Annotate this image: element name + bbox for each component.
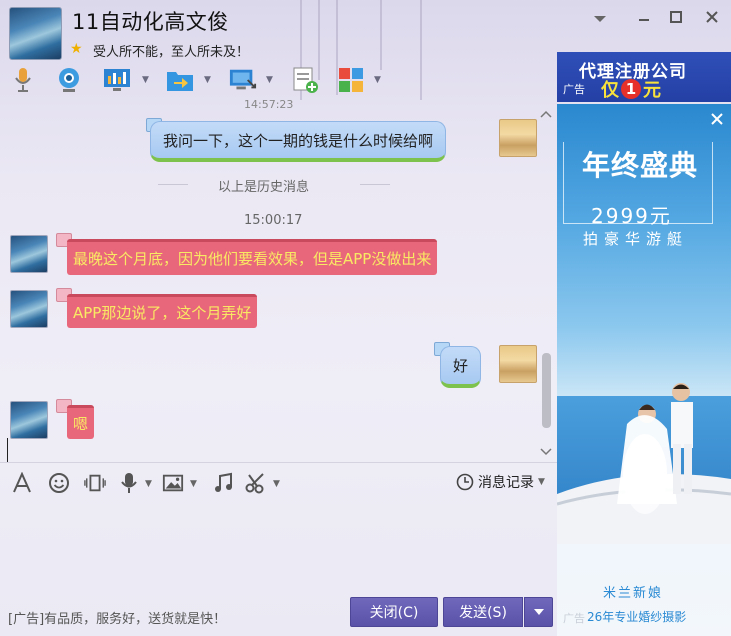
chevron-down-icon[interactable]: ▼	[142, 75, 149, 85]
divider	[158, 184, 188, 185]
contact-name: 11自动化高文俊	[72, 10, 229, 34]
ad-title: 年终盛典	[582, 149, 699, 182]
emoji-icon[interactable]	[48, 471, 70, 495]
contact-avatar-small[interactable]	[10, 290, 48, 328]
vibrate-icon[interactable]	[84, 471, 106, 495]
close-button[interactable]: 关闭(C)	[350, 597, 438, 627]
bottom-ad-link[interactable]: [广告]有品质，服务好，送货就是快！	[8, 608, 226, 627]
my-avatar[interactable]	[499, 119, 537, 157]
voice-message-icon[interactable]	[118, 471, 140, 495]
chevron-down-icon[interactable]: ▼	[538, 477, 545, 487]
side-ad-banner[interactable]: 年终盛典 2999元 拍豪华游艇 米兰新娘 广告 26年专业婚纱摄影	[557, 104, 731, 636]
message-text: 最晚这个月底，因为他们要看效果，但是APP没做出来	[73, 250, 432, 268]
couple-image	[557, 383, 731, 544]
chevron-down-icon[interactable]: ▼	[145, 479, 152, 489]
divider	[360, 184, 390, 185]
ad-price: 2999元	[591, 204, 672, 228]
dropdown-icon[interactable]	[590, 10, 610, 28]
clock-icon	[456, 473, 474, 491]
scrollbar-thumb[interactable]	[542, 353, 551, 428]
message-text: 好	[453, 357, 469, 375]
incoming-message-bubble[interactable]: 最晚这个月底，因为他们要看效果，但是APP没做出来	[67, 239, 438, 275]
music-icon[interactable]	[212, 471, 234, 495]
history-divider-text: 以上是历史消息	[218, 180, 310, 195]
chevron-down-icon[interactable]: ▼	[273, 479, 280, 489]
folder-transfer-icon[interactable]	[166, 66, 194, 94]
message-history-button[interactable]: 消息记录 ▼	[456, 472, 545, 492]
text-cursor	[7, 438, 8, 462]
message-timestamp: 15:00:17	[244, 213, 303, 228]
ad-close-icon[interactable]	[711, 110, 723, 129]
partial-timestamp: 14:57:23	[244, 98, 294, 111]
contact-avatar[interactable]	[9, 7, 62, 60]
webcam-icon[interactable]	[55, 66, 83, 94]
star-icon: ★	[70, 41, 83, 57]
ad-price-prefix: 仅	[601, 80, 619, 101]
ad-label: 广告	[563, 83, 585, 96]
close-icon[interactable]	[702, 10, 722, 28]
ad-footer: 26年专业婚纱摄影	[587, 610, 687, 624]
contact-signature: 受人所不能，至人所未及！	[93, 45, 250, 60]
ad-label: 广告	[563, 612, 585, 625]
chevron-down-icon[interactable]: ▼	[190, 479, 197, 489]
note-add-icon[interactable]	[291, 66, 319, 94]
ad-price-number: 1	[621, 79, 641, 99]
scissors-icon[interactable]	[245, 471, 267, 495]
remote-desktop-icon[interactable]	[229, 66, 257, 94]
contact-avatar-small[interactable]	[10, 235, 48, 273]
send-options-button[interactable]	[524, 597, 553, 627]
apps-grid-icon[interactable]	[337, 66, 365, 94]
incoming-message-bubble[interactable]: 嗯	[67, 405, 95, 439]
ad-tagline: 拍豪华游艇	[583, 230, 689, 248]
chevron-down-icon[interactable]: ▼	[266, 75, 273, 85]
outgoing-message-bubble[interactable]: 好	[440, 346, 482, 388]
history-message-bubble[interactable]: 我问一下，这个一期的钱是什么时候给啊	[150, 121, 447, 162]
message-text: 嗯	[73, 415, 89, 433]
minimize-icon[interactable]	[634, 10, 654, 28]
font-icon[interactable]	[11, 471, 33, 495]
top-ad-banner[interactable]: 代理注册公司 广告 仅 1 元	[557, 52, 731, 102]
image-icon[interactable]	[162, 471, 184, 495]
separator	[0, 462, 557, 463]
my-avatar[interactable]	[499, 345, 537, 383]
chevron-down-icon	[533, 609, 544, 615]
send-button[interactable]: 发送(S)	[443, 597, 523, 627]
maximize-icon[interactable]	[666, 10, 686, 28]
message-text: APP那边说了，这个月弄好	[73, 304, 252, 322]
chevron-down-icon[interactable]: ▼	[374, 75, 381, 85]
incoming-message-bubble[interactable]: APP那边说了，这个月弄好	[67, 294, 258, 328]
chevron-down-icon[interactable]: ▼	[204, 75, 211, 85]
microphone-icon[interactable]	[9, 66, 37, 94]
contact-avatar-small[interactable]	[10, 401, 48, 439]
message-text: 我问一下，这个一期的钱是什么时候给啊	[163, 131, 434, 150]
ad-brand: 米兰新娘	[603, 586, 664, 601]
screen-share-icon[interactable]	[103, 66, 131, 94]
message-history-label: 消息记录	[478, 475, 534, 491]
chat-window: 11自动化高文俊 ★ 受人所不能，至人所未及！ ▼ ▼ ▼ ▼ 14:57:23…	[0, 0, 731, 636]
ad-price-suffix: 元	[643, 80, 661, 101]
ad-price: 仅 1 元	[601, 76, 661, 102]
